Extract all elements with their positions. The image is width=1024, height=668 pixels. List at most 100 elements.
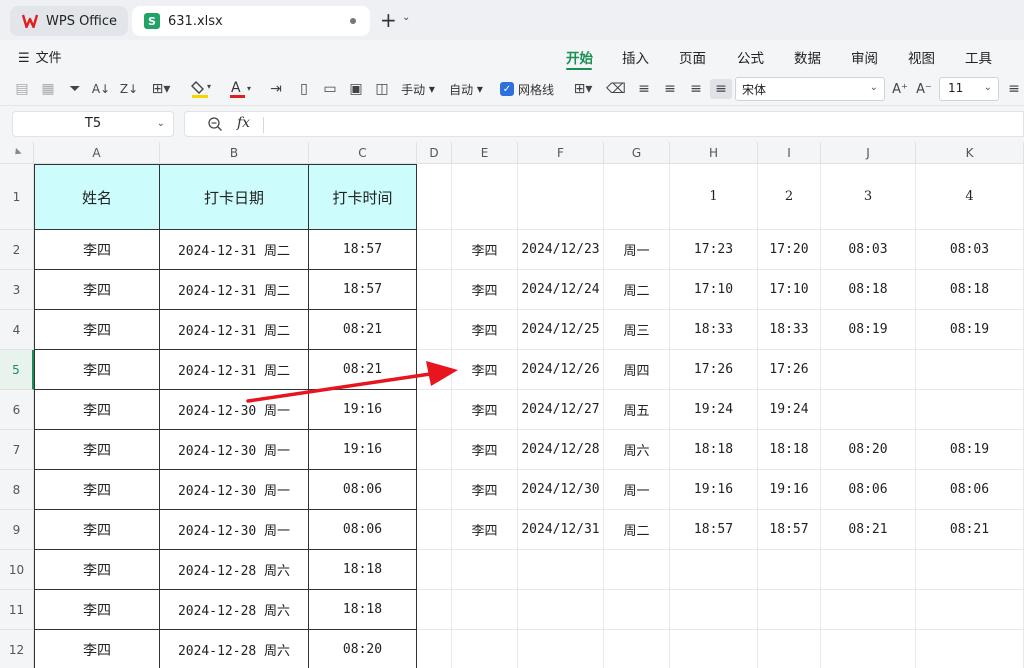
empty-cell[interactable] bbox=[417, 230, 452, 270]
summary-cell[interactable] bbox=[821, 630, 916, 668]
row-header-4[interactable]: 4 bbox=[0, 310, 34, 350]
freeze-icon[interactable]: ◫ bbox=[372, 79, 392, 99]
table-cell[interactable]: 李四 bbox=[34, 590, 160, 630]
summary-cell[interactable]: 李四 bbox=[452, 470, 518, 510]
summary-cell[interactable] bbox=[604, 630, 670, 668]
summary-cell[interactable]: 19:16 bbox=[670, 470, 758, 510]
summary-header-cell[interactable] bbox=[452, 164, 518, 230]
table-cell[interactable]: 08:20 bbox=[309, 630, 417, 668]
summary-cell[interactable]: 周五 bbox=[604, 390, 670, 430]
file-menu-button[interactable]: ☰ 文件 bbox=[18, 47, 62, 66]
unsaved-dot-icon[interactable] bbox=[350, 18, 356, 24]
font-size-select[interactable]: 11 ⌄ bbox=[939, 77, 999, 101]
table-cell[interactable]: 李四 bbox=[34, 350, 160, 390]
summary-cell[interactable]: 18:18 bbox=[670, 430, 758, 470]
summary-cell[interactable]: 08:19 bbox=[821, 310, 916, 350]
summary-cell[interactable]: 19:16 bbox=[758, 470, 821, 510]
summary-cell[interactable] bbox=[518, 550, 604, 590]
summary-cell[interactable] bbox=[821, 350, 916, 390]
summary-cell[interactable]: 17:10 bbox=[670, 270, 758, 310]
table-header-cell[interactable]: 打卡时间 bbox=[309, 164, 417, 230]
summary-cell[interactable] bbox=[916, 590, 1024, 630]
summary-cell[interactable]: 周二 bbox=[604, 270, 670, 310]
table-cell[interactable]: 08:06 bbox=[309, 510, 417, 550]
empty-cell[interactable] bbox=[417, 310, 452, 350]
table-cell[interactable]: 2024-12-31 周二 bbox=[160, 270, 309, 310]
summary-cell[interactable] bbox=[758, 590, 821, 630]
summary-cell[interactable] bbox=[670, 590, 758, 630]
tab-formula[interactable]: 公式 bbox=[737, 47, 764, 67]
column-header-k[interactable]: K bbox=[916, 142, 1024, 164]
new-tab-menu-icon[interactable]: ⌄ bbox=[402, 12, 410, 23]
summary-cell[interactable] bbox=[916, 390, 1024, 430]
table-cell[interactable]: 2024-12-31 周二 bbox=[160, 350, 309, 390]
summary-cell[interactable]: 2024/12/31 bbox=[518, 510, 604, 550]
summary-cell[interactable] bbox=[604, 590, 670, 630]
row-header-1[interactable]: 1 bbox=[0, 164, 34, 230]
table-cell[interactable]: 李四 bbox=[34, 430, 160, 470]
empty-cell[interactable] bbox=[417, 430, 452, 470]
summary-cell[interactable] bbox=[670, 550, 758, 590]
formula-input[interactable]: fx bbox=[184, 111, 1024, 137]
summary-cell[interactable]: 17:10 bbox=[758, 270, 821, 310]
summary-cell[interactable] bbox=[916, 350, 1024, 390]
font-name-select[interactable]: 宋体 ⌄ bbox=[735, 77, 885, 101]
summary-cell[interactable]: 2024/12/30 bbox=[518, 470, 604, 510]
tab-wps-office[interactable]: WPS Office bbox=[10, 6, 128, 36]
conditional-format-icon[interactable]: ⊞▾ bbox=[568, 79, 598, 99]
row-header-6[interactable]: 6 bbox=[0, 390, 34, 430]
summary-cell[interactable] bbox=[821, 390, 916, 430]
table-cell[interactable]: 2024-12-31 周二 bbox=[160, 230, 309, 270]
summary-cell[interactable] bbox=[604, 550, 670, 590]
font-color-icon[interactable]: A ▾ bbox=[226, 79, 258, 99]
table-cell[interactable]: 18:57 bbox=[309, 230, 417, 270]
row-header-5[interactable]: 5 bbox=[0, 350, 34, 390]
fx-icon[interactable]: fx bbox=[237, 115, 250, 131]
row-header-3[interactable]: 3 bbox=[0, 270, 34, 310]
empty-cell[interactable] bbox=[417, 270, 452, 310]
new-tab-button[interactable]: + bbox=[380, 10, 397, 30]
summary-cell[interactable] bbox=[821, 550, 916, 590]
sort-descending-icon[interactable]: Z↓ bbox=[118, 79, 140, 99]
cell-format-icon[interactable]: ▭ bbox=[320, 79, 340, 99]
column-header-e[interactable]: E bbox=[452, 142, 518, 164]
summary-cell[interactable]: 周六 bbox=[604, 430, 670, 470]
summary-cell[interactable]: 周一 bbox=[604, 230, 670, 270]
fill-color-icon[interactable]: ▾ bbox=[186, 79, 218, 99]
wrap-text-icon[interactable]: ⇥ bbox=[266, 79, 286, 99]
table-header-cell[interactable]: 姓名 bbox=[34, 164, 160, 230]
summary-cell[interactable]: 2024/12/24 bbox=[518, 270, 604, 310]
summary-cell[interactable]: 08:18 bbox=[916, 270, 1024, 310]
column-header-i[interactable]: I bbox=[758, 142, 821, 164]
summary-cell[interactable]: 18:18 bbox=[758, 430, 821, 470]
summary-header-cell[interactable] bbox=[604, 164, 670, 230]
column-header-d[interactable]: D bbox=[417, 142, 452, 164]
summary-cell[interactable]: 18:57 bbox=[670, 510, 758, 550]
summary-header-cell[interactable]: 3 bbox=[821, 164, 916, 230]
summary-cell[interactable]: 李四 bbox=[452, 310, 518, 350]
increase-font-icon[interactable]: A⁺ bbox=[890, 79, 910, 99]
summary-cell[interactable]: 19:24 bbox=[758, 390, 821, 430]
summary-cell[interactable]: 2024/12/27 bbox=[518, 390, 604, 430]
name-box[interactable]: T5 ⌄ bbox=[12, 111, 174, 137]
column-icon[interactable]: ▯ bbox=[294, 79, 314, 99]
decrease-font-icon[interactable]: A⁻ bbox=[914, 79, 934, 99]
summary-cell[interactable]: 李四 bbox=[452, 430, 518, 470]
table-cell[interactable]: 2024-12-30 周一 bbox=[160, 430, 309, 470]
summary-header-cell[interactable]: 4 bbox=[916, 164, 1024, 230]
align-right-icon[interactable]: ≡ bbox=[686, 79, 706, 99]
summary-cell[interactable] bbox=[758, 550, 821, 590]
tab-insert[interactable]: 插入 bbox=[622, 47, 649, 67]
column-header-g[interactable]: G bbox=[604, 142, 670, 164]
auto-calc-dropdown[interactable]: 自动 ▾ bbox=[446, 79, 486, 99]
filter-icon[interactable]: ⏷ bbox=[66, 79, 84, 99]
table-cell[interactable]: 李四 bbox=[34, 230, 160, 270]
summary-cell[interactable]: 08:03 bbox=[821, 230, 916, 270]
summary-cell[interactable]: 周三 bbox=[604, 310, 670, 350]
summary-cell[interactable] bbox=[916, 630, 1024, 668]
empty-cell[interactable] bbox=[417, 164, 452, 230]
summary-cell[interactable]: 17:20 bbox=[758, 230, 821, 270]
summary-cell[interactable]: 李四 bbox=[452, 510, 518, 550]
table-cell[interactable]: 18:18 bbox=[309, 550, 417, 590]
table-cell[interactable]: 李四 bbox=[34, 470, 160, 510]
